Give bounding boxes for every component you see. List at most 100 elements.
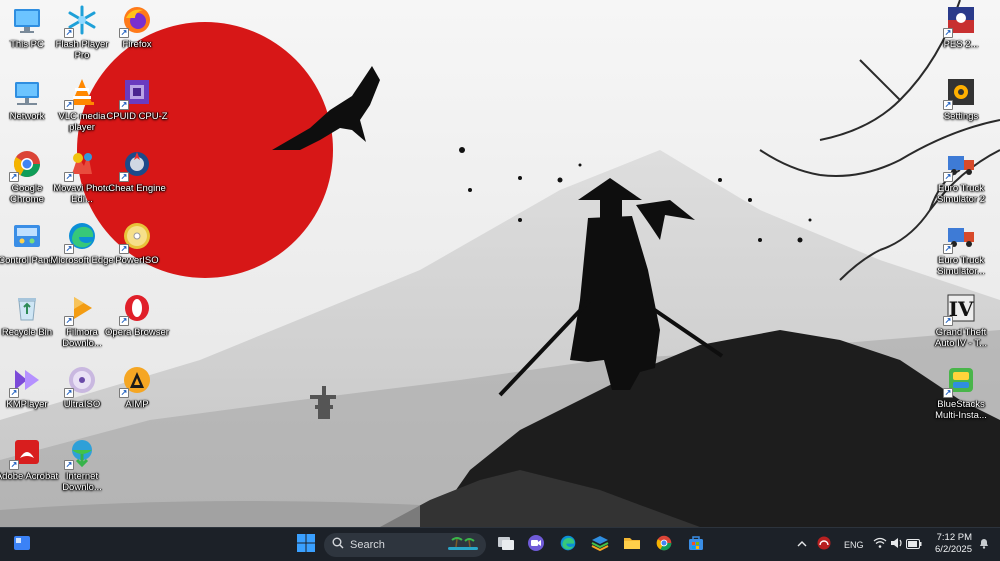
desktop-icon-label: Cheat Engine xyxy=(108,183,166,194)
snowflake-icon: ↗ xyxy=(64,4,98,38)
shortcut-arrow-icon: ↗ xyxy=(64,28,74,38)
desktop-icon-ets2b[interactable]: ↗ Euro Truck Simulator... xyxy=(932,220,990,290)
desktop-icon-bluestacks[interactable]: ↗ BlueStacks Multi-Insta... xyxy=(932,364,990,434)
desktop-icon-firefox[interactable]: ↗ Firefox xyxy=(108,4,166,74)
shortcut-arrow-icon: ↗ xyxy=(64,100,74,110)
taskbar-pinned-file-explorer[interactable] xyxy=(620,533,644,557)
shortcut-arrow-icon: ↗ xyxy=(9,388,19,398)
control-panel-icon xyxy=(11,220,43,252)
bell-icon xyxy=(978,536,990,554)
shortcut-arrow-icon: ↗ xyxy=(943,28,953,38)
clock-date: 6/2/2025 xyxy=(935,544,972,555)
movavi-icon: ↗ xyxy=(64,148,98,182)
taskbar-pinned-meet[interactable] xyxy=(524,533,548,557)
speed-gauge-icon xyxy=(816,535,832,556)
desktop-icon-label: Euro Truck Simulator... xyxy=(937,255,985,277)
start-button[interactable] xyxy=(294,533,318,557)
ultraiso-icon: ↗ xyxy=(64,364,98,398)
desktop-icon-this-pc[interactable]: This PC xyxy=(0,4,56,74)
desktop-icon-settings[interactable]: ↗ Settings xyxy=(932,76,990,146)
idm-icon: ↗ xyxy=(64,436,98,470)
gta-icon: IV ↗ xyxy=(943,292,977,326)
desktop-icon-gta4[interactable]: IV ↗ Grand Theft Auto IV - T... xyxy=(932,292,990,362)
kmplayer-icon: ↗ xyxy=(9,364,43,398)
ms-store-icon xyxy=(687,534,705,557)
shortcut-arrow-icon: ↗ xyxy=(943,316,953,326)
edge-icon: ↗ xyxy=(64,220,98,254)
desktop-icon-filmora[interactable]: ↗ Filmora Downlo... xyxy=(53,292,111,362)
taskbar-pinned-store-stack[interactable] xyxy=(588,533,612,557)
cpu-icon: ↗ xyxy=(119,76,153,110)
opera-icon: ↗ xyxy=(119,292,153,326)
disc-icon: ↗ xyxy=(119,220,153,254)
pes-icon: ↗ xyxy=(943,4,977,38)
acrobat-icon: ↗ xyxy=(9,436,43,470)
battery-button[interactable] xyxy=(902,533,926,557)
store-stack-icon xyxy=(591,534,609,557)
desktop-icon-chrome[interactable]: ↗ Google Chrome xyxy=(0,148,56,218)
desktop-icon-network[interactable]: Network xyxy=(0,76,56,146)
shortcut-arrow-icon: ↗ xyxy=(9,172,19,182)
desktop-icon-kmplayer[interactable]: ↗ KMPlayer xyxy=(0,364,56,434)
desktop-icon-label: Opera Browser xyxy=(105,327,169,338)
shortcut-arrow-icon: ↗ xyxy=(119,28,129,38)
desktop-icon-movavi[interactable]: ↗ Movavi Photo Edi... xyxy=(53,148,111,218)
palm-tree-icon xyxy=(448,535,478,556)
shortcut-arrow-icon: ↗ xyxy=(64,388,74,398)
shortcut-arrow-icon: ↗ xyxy=(119,316,129,326)
desktop-icon-label: CPUID CPU-Z xyxy=(106,111,168,122)
shortcut-arrow-icon: ↗ xyxy=(64,244,74,254)
desktop-icon-recycle-bin[interactable]: Recycle Bin xyxy=(0,292,56,362)
shortcut-arrow-icon: ↗ xyxy=(64,172,74,182)
desktop-icon-acrobat[interactable]: ↗ Adobe Acrobat xyxy=(0,436,58,506)
language-indicator[interactable]: ENG xyxy=(844,540,864,550)
monitor-icon xyxy=(11,4,43,36)
taskbar: Search ENG 7:12 PM 6/2/2025 xyxy=(0,527,1000,561)
desktop-icon-label: BlueStacks Multi-Insta... xyxy=(935,399,987,421)
desktop-icon-idm[interactable]: ↗ Internet Downlo... xyxy=(53,436,111,506)
chrome-icon xyxy=(655,534,673,557)
desktop-icon-pes[interactable]: ↗ PES 2... xyxy=(932,4,990,74)
desktop-icon-opera[interactable]: ↗ Opera Browser xyxy=(105,292,169,362)
taskbar-pinned-ms-store[interactable] xyxy=(684,533,708,557)
network-icon xyxy=(11,76,43,108)
desktop-icon-edge[interactable]: ↗ Microsoft Edge xyxy=(50,220,114,290)
meet-icon xyxy=(527,534,545,557)
truck-icon: ↗ xyxy=(943,148,977,182)
search-box[interactable]: Search xyxy=(324,533,486,557)
desktop-icon-poweriso[interactable]: ↗ PowerISO xyxy=(108,220,166,290)
tray-app-button[interactable] xyxy=(812,533,836,557)
desktop-icon-flash-player[interactable]: ↗ Flash Player Pro xyxy=(53,4,111,74)
desktop-icon-aimp[interactable]: ↗ AIMP xyxy=(108,364,166,434)
show-hidden-icons-button[interactable] xyxy=(790,533,814,557)
taskbar-pinned-edge[interactable] xyxy=(556,533,580,557)
widgets-button[interactable] xyxy=(10,533,34,557)
shortcut-arrow-icon: ↗ xyxy=(64,460,74,470)
settings-gear-icon: ↗ xyxy=(943,76,977,110)
desktop-icon-vlc[interactable]: ↗ VLC media player xyxy=(53,76,111,146)
aimp-icon: ↗ xyxy=(119,364,153,398)
shortcut-arrow-icon: ↗ xyxy=(119,172,129,182)
desktop-icon-control-panel[interactable]: Control Panel xyxy=(0,220,56,290)
desktop-icon-cpuz[interactable]: ↗ CPUID CPU-Z xyxy=(106,76,168,146)
shortcut-arrow-icon: ↗ xyxy=(119,388,129,398)
search-icon xyxy=(332,536,344,554)
vlc-cone-icon: ↗ xyxy=(64,76,98,110)
desktop-icon-ultraiso[interactable]: ↗ UltraISO xyxy=(53,364,111,434)
bluestacks-icon: ↗ xyxy=(943,364,977,398)
desktop-icon-label: Internet Downlo... xyxy=(62,471,102,493)
taskbar-pinned-task-view[interactable] xyxy=(494,533,518,557)
shortcut-arrow-icon: ↗ xyxy=(119,100,129,110)
desktop-icon-ets2[interactable]: ↗ Euro Truck Simulator 2 xyxy=(932,148,990,218)
file-explorer-icon xyxy=(623,534,641,557)
desktop-icon-cheat-engine[interactable]: ↗ Cheat Engine xyxy=(108,148,166,218)
desktop-icon-label: AIMP xyxy=(125,399,149,410)
taskbar-pinned-chrome[interactable] xyxy=(652,533,676,557)
notifications-button[interactable] xyxy=(972,533,996,557)
desktop-icon-label: Settings xyxy=(943,111,979,122)
shortcut-arrow-icon: ↗ xyxy=(943,244,953,254)
recycle-bin-icon xyxy=(11,292,43,324)
desktop-icon-label: Firefox xyxy=(122,39,152,50)
desktop-icon-label: Grand Theft Auto IV - T... xyxy=(934,327,988,349)
clock[interactable]: 7:12 PM 6/2/2025 xyxy=(930,532,972,556)
